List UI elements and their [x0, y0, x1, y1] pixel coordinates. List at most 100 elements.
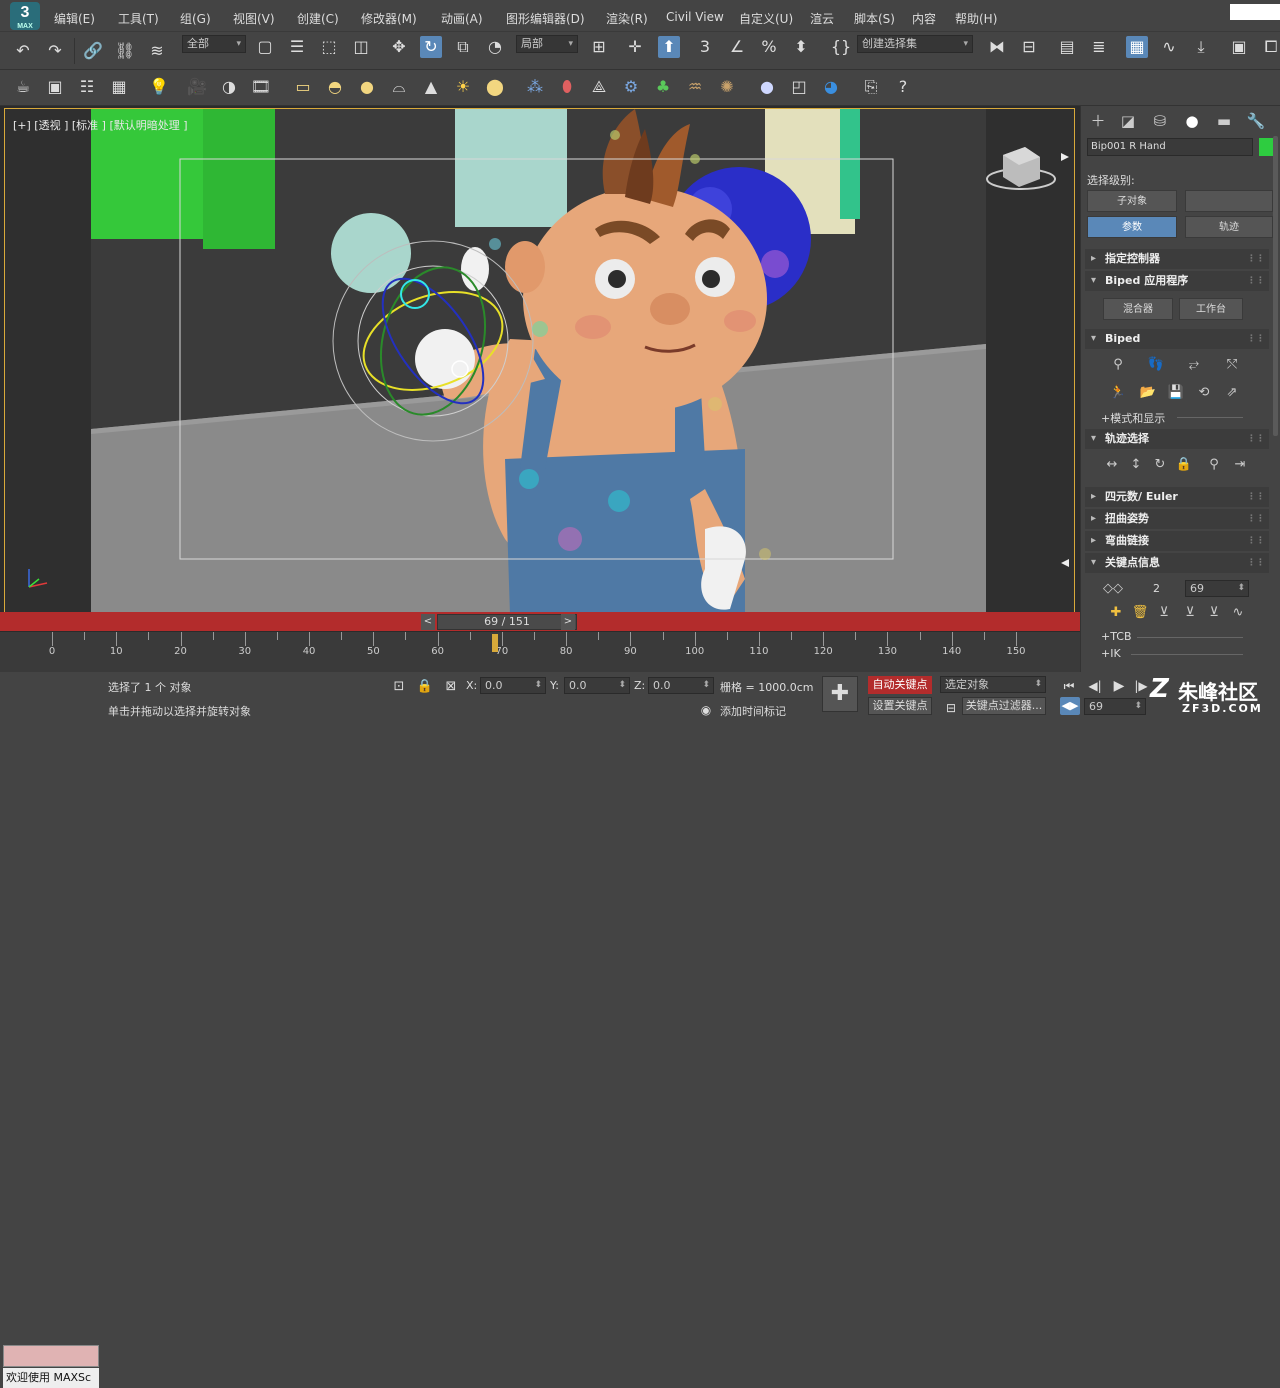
spinner-snap-icon[interactable]: ⬍	[790, 36, 812, 58]
body-rotation-icon[interactable]: ↻	[1151, 456, 1169, 474]
motion-flow-icon[interactable]: ⥂	[1185, 356, 1203, 374]
body-horizontal-icon[interactable]: ↔	[1103, 456, 1121, 474]
lens-icon[interactable]: ◑	[218, 76, 240, 98]
align-icon[interactable]: ⊟	[1018, 36, 1040, 58]
rotate-icon[interactable]: ↻	[420, 36, 442, 58]
film-icon[interactable]: 🎞	[250, 76, 272, 98]
shaded-sphere-icon[interactable]: ●	[756, 76, 778, 98]
perspective-viewport[interactable]: [+] [透视 ] [标准 ] [默认明暗处理 ]	[4, 108, 1075, 614]
parameters-button[interactable]: 参数	[1087, 216, 1177, 238]
render-table-icon[interactable]: ▦	[108, 76, 130, 98]
help-icon[interactable]: ?	[892, 76, 914, 98]
sphere-icon[interactable]: ●	[356, 76, 378, 98]
move-all-mode-icon[interactable]: ⇗	[1223, 384, 1241, 402]
delete-key-icon[interactable]: 🗑	[1131, 604, 1149, 622]
motion-tab-icon[interactable]: ●	[1181, 110, 1203, 132]
menu-content[interactable]: 内容	[912, 10, 936, 27]
schematic-view-icon[interactable]: ⤓	[1190, 36, 1212, 58]
environment-icon[interactable]: ◰	[788, 76, 810, 98]
time-tag-icon[interactable]: ◉	[695, 699, 717, 721]
teapot-icon[interactable]: ☕	[12, 76, 34, 98]
utilities-tab-icon[interactable]: 🔧	[1245, 110, 1267, 132]
plane-icon[interactable]: ▭	[292, 76, 314, 98]
reference-coordinate-select[interactable]: 局部	[516, 35, 578, 53]
window-crossing-icon[interactable]: ◫	[350, 36, 372, 58]
rollout-track-selection[interactable]: 轨迹选择	[1085, 429, 1269, 449]
prev-key-icon[interactable]: ◀|	[1084, 675, 1106, 697]
symmetrical-icon[interactable]: ⚲	[1205, 456, 1223, 474]
move-icon[interactable]: ✥	[388, 36, 410, 58]
footstep-mode-icon[interactable]: 👣	[1147, 356, 1165, 374]
set-key-icon[interactable]: ✚	[1107, 604, 1125, 622]
material-sphere-icon[interactable]: ◕	[820, 76, 842, 98]
menu-modifiers[interactable]: 修改器(M)	[361, 10, 417, 27]
plant-icon[interactable]: ♣	[652, 76, 674, 98]
pivot-center-icon[interactable]: ⊞	[588, 36, 610, 58]
set-key-button[interactable]: 设置关键点	[868, 697, 932, 715]
rollout-twist-poses[interactable]: 扭曲姿势	[1085, 509, 1269, 529]
set-keys-big-button[interactable]: ✚	[822, 676, 858, 712]
undo-icon[interactable]: ↶	[12, 40, 34, 62]
gear-icon[interactable]: ⚙	[620, 76, 642, 98]
curve-editor-icon[interactable]: ∿	[1158, 36, 1180, 58]
opposite-icon[interactable]: ⇥	[1231, 456, 1249, 474]
edit-named-selection-icon[interactable]: {}	[830, 36, 852, 58]
timeline-ruler[interactable]: 0 10 20 30 40 50 60 70 80 90 100 110 120 130 140 150	[49, 632, 1030, 658]
menu-create[interactable]: 创建(C)	[297, 10, 339, 27]
capsule-icon[interactable]: ⬮	[556, 76, 578, 98]
next-key-icon[interactable]: |▶	[1130, 675, 1152, 697]
rect-selection-region-icon[interactable]: ⬚	[318, 36, 340, 58]
time-slider[interactable]: 69 / 151	[437, 614, 577, 630]
menu-scripting[interactable]: 脚本(S)	[854, 10, 895, 27]
play-icon[interactable]: ▶	[1108, 675, 1130, 697]
modify-tab-icon[interactable]: ◪	[1117, 110, 1139, 132]
set-planted-key-icon[interactable]: ⊻	[1155, 604, 1173, 622]
convert-icon[interactable]: ⟲	[1195, 384, 1213, 402]
selection-filter-select[interactable]: 全部	[182, 35, 246, 53]
save-file-icon[interactable]: 💾	[1167, 384, 1185, 402]
maxscript-listener-mini[interactable]	[3, 1345, 99, 1367]
sub-object-button[interactable]: 子对象	[1087, 190, 1177, 212]
ik-toggle[interactable]: +IK	[1101, 647, 1121, 660]
add-time-tag[interactable]: 添加时间标记	[720, 703, 786, 719]
timeline-playhead[interactable]	[492, 634, 499, 652]
menu-customize[interactable]: 自定义(U)	[739, 10, 793, 27]
render-setup-icon[interactable]: ⧠	[1260, 36, 1280, 58]
batch-render-icon[interactable]: ⎘	[860, 76, 882, 98]
rollout-quaternion-euler[interactable]: 四元数/ Euler	[1085, 487, 1269, 507]
pyramid-icon[interactable]: ⟁	[588, 76, 610, 98]
trajectories-button[interactable]: 轨迹	[1185, 216, 1273, 238]
select-manipulate-icon[interactable]: ✛	[624, 36, 646, 58]
workbench-button[interactable]: 工作台	[1179, 298, 1243, 320]
rollout-bend-links[interactable]: 弯曲链接	[1085, 531, 1269, 551]
unlink-icon[interactable]: ⛓	[114, 40, 136, 62]
selection-lock-icon[interactable]: 🔒	[414, 676, 436, 698]
mixer-mode-icon[interactable]: ⤲	[1223, 356, 1241, 374]
menu-graph-editors[interactable]: 图形编辑器(D)	[506, 10, 585, 27]
key-filter-icon[interactable]: ⊟	[940, 697, 962, 719]
isolate-selection-icon[interactable]: ⊡	[388, 676, 410, 698]
rollout-assign-controller[interactable]: 指定控制器	[1085, 249, 1269, 269]
select-object-icon[interactable]: ▢	[254, 36, 276, 58]
scene-explorer-icon[interactable]: ▤	[1056, 36, 1078, 58]
percent-snap-icon[interactable]: %	[758, 36, 780, 58]
hierarchy-tab-icon[interactable]: ⛁	[1149, 110, 1171, 132]
toggle-ribbon-icon[interactable]: ▦	[1126, 36, 1148, 58]
key-time-field[interactable]: 69	[1185, 580, 1249, 597]
x-coordinate-field[interactable]: 0.0	[480, 677, 546, 694]
trajectory-curve-icon[interactable]: ∿	[1229, 604, 1247, 622]
cone-icon[interactable]: ▲	[420, 76, 442, 98]
menu-animation[interactable]: 动画(A)	[441, 10, 483, 27]
render-list-icon[interactable]: ☷	[76, 76, 98, 98]
viewport-label[interactable]: [+] [透视 ] [标准 ] [默认明暗处理 ]	[13, 117, 188, 133]
menu-help[interactable]: 帮助(H)	[955, 10, 997, 27]
particles-icon[interactable]: ⁂	[524, 76, 546, 98]
link-icon[interactable]: 🔗	[82, 40, 104, 62]
next-frame-button[interactable]: >	[561, 614, 575, 630]
material-editor-icon[interactable]: ▣	[1228, 36, 1250, 58]
dome-icon[interactable]: ⌓	[388, 76, 410, 98]
set-free-key-icon[interactable]: ⊻	[1205, 604, 1223, 622]
bind-spacewarp-icon[interactable]: ≋	[146, 40, 168, 62]
camera-icon[interactable]: 🎥	[186, 76, 208, 98]
keyboard-shortcut-override-icon[interactable]: ⬆	[658, 36, 680, 58]
